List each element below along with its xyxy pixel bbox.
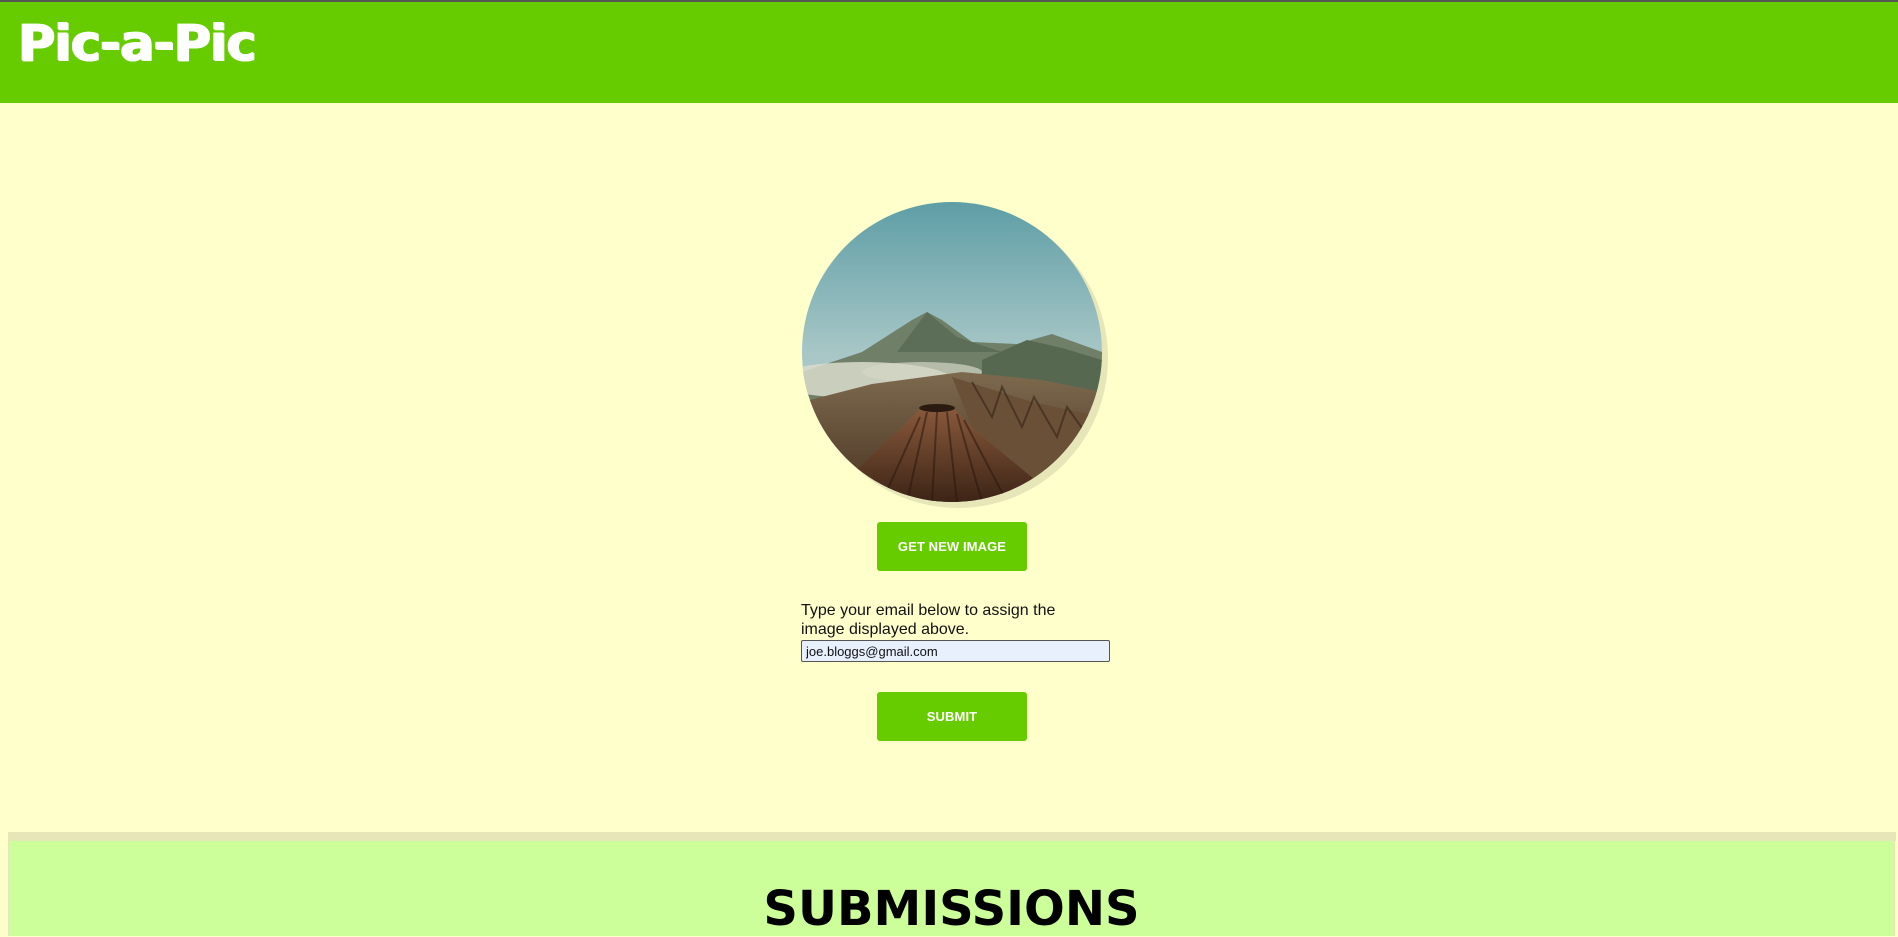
email-instruction-text: Type your email below to assign the imag… <box>801 602 1056 638</box>
site-logo[interactable]: Pic-a-Pic <box>18 18 257 68</box>
landscape-image <box>802 202 1102 502</box>
submissions-heading: SUBMISSIONS <box>763 881 1140 937</box>
get-new-image-button[interactable]: GET NEW IMAGE <box>877 522 1027 571</box>
site-header: Pic-a-Pic <box>0 2 1898 103</box>
submissions-section: SUBMISSIONS <box>8 841 1895 936</box>
email-input[interactable] <box>801 640 1110 662</box>
section-divider <box>8 832 1896 841</box>
random-image <box>802 202 1102 502</box>
submit-button[interactable]: SUBMIT <box>877 692 1027 741</box>
